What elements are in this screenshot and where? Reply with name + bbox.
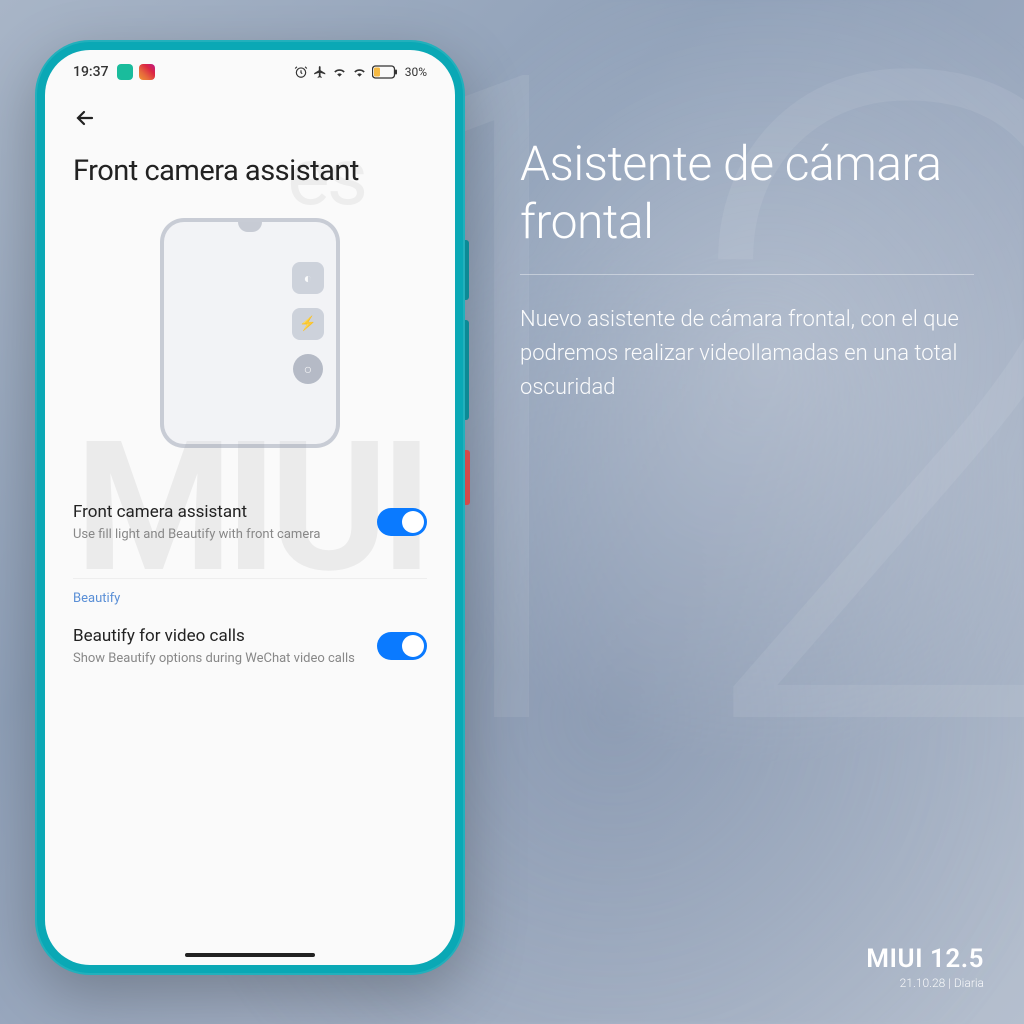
setting-title: Front camera assistant bbox=[73, 502, 361, 522]
wifi-icon bbox=[332, 65, 347, 79]
notification-app-icon-1 bbox=[117, 64, 133, 80]
footer: MIUI 12.5 21.10.28 | Diaria bbox=[866, 944, 984, 990]
setting-text: Front camera assistant Use fill light an… bbox=[73, 502, 361, 544]
status-bar: 19:37 30% bbox=[45, 50, 455, 88]
promo-panel: Asistente de cámara frontal Nuevo asiste… bbox=[520, 135, 974, 405]
screen-content: Front camera assistant ◐ ⚡ ○ Front camer… bbox=[45, 88, 455, 692]
phone-power-button bbox=[465, 450, 470, 505]
footer-build: 21.10.28 | Diaria bbox=[866, 976, 984, 990]
status-time: 19:37 bbox=[73, 64, 109, 80]
status-right: 30% bbox=[294, 65, 427, 79]
illustration-phone: ◐ ⚡ ○ bbox=[160, 218, 340, 448]
setting-desc: Use fill light and Beautify with front c… bbox=[73, 526, 361, 544]
phone-frame: MIUI es 19:37 bbox=[35, 40, 465, 975]
toggle-beautify-video-calls[interactable] bbox=[377, 632, 427, 660]
illustration-camera-icon: ○ bbox=[293, 354, 323, 384]
wifi-icon-2 bbox=[352, 65, 367, 79]
promo-title: Asistente de cámara frontal bbox=[520, 135, 974, 250]
setting-beautify-video-calls[interactable]: Beautify for video calls Show Beautify o… bbox=[73, 612, 427, 682]
illustration-notch bbox=[238, 222, 262, 232]
section-label-beautify: Beautify bbox=[73, 591, 427, 606]
promo-description: Nuevo asistente de cámara frontal, con e… bbox=[520, 303, 974, 405]
illustration-light-icon: ◐ bbox=[292, 262, 324, 294]
phone-screen: MIUI es 19:37 bbox=[45, 50, 455, 965]
home-indicator[interactable] bbox=[185, 953, 315, 957]
footer-brand: MIUI 12.5 bbox=[866, 944, 984, 974]
notification-app-icon-2 bbox=[139, 64, 155, 80]
battery-percent: 30% bbox=[405, 65, 427, 79]
alarm-icon bbox=[294, 65, 308, 79]
back-button[interactable] bbox=[73, 98, 427, 154]
battery-icon bbox=[372, 65, 398, 79]
setting-front-camera-assistant[interactable]: Front camera assistant Use fill light an… bbox=[73, 488, 427, 558]
illustration-sidebar: ◐ ⚡ ○ bbox=[290, 262, 326, 384]
setting-desc: Show Beautify options during WeChat vide… bbox=[73, 650, 361, 668]
setting-text: Beautify for video calls Show Beautify o… bbox=[73, 626, 361, 668]
promo-divider bbox=[520, 274, 974, 275]
illustration-flash-icon: ⚡ bbox=[292, 308, 324, 340]
divider bbox=[73, 578, 427, 579]
feature-illustration: ◐ ⚡ ○ bbox=[160, 218, 340, 448]
airplane-icon bbox=[313, 65, 327, 79]
page-title: Front camera assistant bbox=[73, 154, 427, 188]
toggle-front-camera-assistant[interactable] bbox=[377, 508, 427, 536]
status-left: 19:37 bbox=[73, 64, 155, 80]
setting-title: Beautify for video calls bbox=[73, 626, 361, 646]
